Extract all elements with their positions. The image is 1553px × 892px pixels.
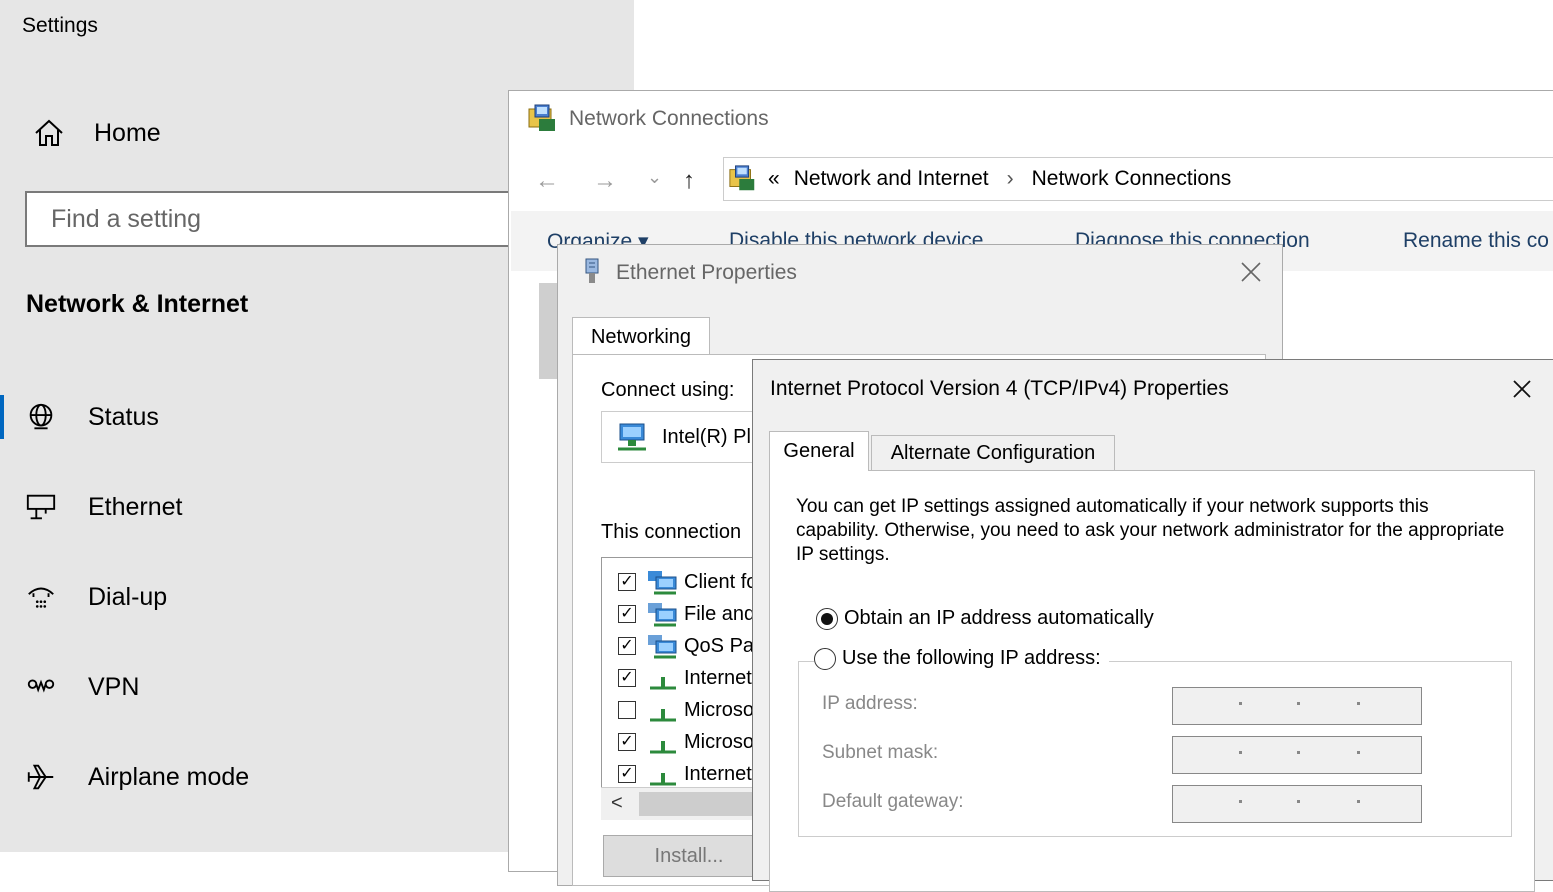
vpn-icon xyxy=(24,670,58,704)
general-tab-panel: You can get IP settings assigned automat… xyxy=(769,470,1535,892)
protocol-icon xyxy=(650,741,676,754)
breadcrumb-network-connections[interactable]: Network Connections xyxy=(1032,167,1232,191)
close-icon[interactable] xyxy=(1236,257,1266,287)
description-text: You can get IP settings assigned automat… xyxy=(796,496,1505,565)
home-label: Home xyxy=(94,118,161,147)
recent-locations-button[interactable]: ⌄ xyxy=(647,167,662,188)
back-button[interactable]: ← xyxy=(535,167,559,195)
radio-unselected-icon[interactable] xyxy=(814,647,836,670)
settings-title: Settings xyxy=(22,14,98,37)
ip-address-label: IP address: xyxy=(822,693,918,714)
checkbox[interactable]: ✓ xyxy=(618,669,636,687)
checkbox[interactable] xyxy=(618,701,636,719)
component-label: Microso xyxy=(684,730,755,753)
client-icon xyxy=(648,571,677,595)
ethernet-icon xyxy=(24,490,58,524)
tab-alternate-configuration[interactable]: Alternate Configuration xyxy=(871,435,1115,471)
dialog-title: Ethernet Properties xyxy=(616,261,797,284)
network-adapter-icon xyxy=(618,423,646,451)
checkbox[interactable]: ✓ xyxy=(618,765,636,783)
breadcrumb-network-and-internet[interactable]: Network and Internet xyxy=(794,167,989,191)
sidebar-item-status[interactable]: Status xyxy=(0,395,159,439)
ipv4-properties-dialog: Internet Protocol Version 4 (TCP/IPv4) P… xyxy=(752,359,1553,892)
default-gateway-field[interactable] xyxy=(1172,785,1422,823)
sidebar-item-vpn[interactable]: VPN xyxy=(0,665,139,709)
protocol-icon xyxy=(650,709,676,722)
radio-selected-icon[interactable] xyxy=(816,607,838,630)
protocol-icon xyxy=(650,773,676,786)
install-button[interactable]: Install... xyxy=(603,835,775,877)
component-label: QoS Pa xyxy=(684,634,755,657)
close-icon[interactable] xyxy=(1507,374,1537,404)
subnet-mask-field[interactable] xyxy=(1172,736,1422,774)
sidebar-item-airplane[interactable]: Airplane mode xyxy=(0,755,249,799)
forward-button[interactable]: → xyxy=(593,167,617,195)
sidebar-item-label: VPN xyxy=(88,672,140,701)
scroll-left-button[interactable]: < xyxy=(611,792,623,815)
home-nav-item[interactable]: Home xyxy=(28,114,161,152)
qos-icon xyxy=(648,635,677,659)
adapter-name: Intel(R) Pl xyxy=(662,425,751,448)
breadcrumb-separator: › xyxy=(1006,167,1014,190)
component-label: Internet xyxy=(684,762,752,785)
dialup-icon xyxy=(24,580,58,614)
default-gateway-label: Default gateway: xyxy=(822,791,964,812)
checkbox[interactable]: ✓ xyxy=(618,573,636,591)
component-label: Microso xyxy=(684,698,755,721)
this-connection-label: This connection xyxy=(601,521,742,543)
sidebar-item-ethernet[interactable]: Ethernet xyxy=(0,485,183,529)
rename-connection-button[interactable]: Rename this co xyxy=(1403,229,1549,253)
use-following-ip-radio[interactable]: Use the following IP address: xyxy=(814,647,1109,670)
globe-icon xyxy=(24,400,58,434)
network-connections-icon xyxy=(528,104,555,131)
subnet-mask-label: Subnet mask: xyxy=(822,742,939,763)
component-label: Client fo xyxy=(684,570,758,593)
dialog-title: Internet Protocol Version 4 (TCP/IPv4) P… xyxy=(770,377,1229,400)
section-heading: Network & Internet xyxy=(26,290,249,318)
obtain-ip-automatically-radio[interactable]: Obtain an IP address automatically xyxy=(816,607,1154,630)
component-label: File and xyxy=(684,602,756,625)
radio-label: Use the following IP address: xyxy=(842,647,1101,669)
airplane-icon xyxy=(24,760,58,794)
protocol-icon xyxy=(650,677,676,690)
tab-networking[interactable]: Networking xyxy=(572,317,710,356)
ethernet-adapter-icon xyxy=(585,258,599,283)
sidebar-item-label: Ethernet xyxy=(88,492,183,521)
sidebar-item-label: Dial-up xyxy=(88,582,168,611)
component-label: Internet xyxy=(684,666,752,689)
ip-address-field[interactable] xyxy=(1172,687,1422,725)
home-icon xyxy=(35,119,63,146)
window-title: Network Connections xyxy=(569,107,769,130)
sidebar-item-label: Status xyxy=(88,402,159,431)
connect-using-label: Connect using: xyxy=(601,379,735,401)
connection-item[interactable] xyxy=(539,283,559,379)
tab-general[interactable]: General xyxy=(769,431,869,471)
radio-label: Obtain an IP address automatically xyxy=(844,607,1154,629)
network-folder-icon xyxy=(729,165,755,191)
address-bar[interactable]: « Network and Internet › Network Connect… xyxy=(723,157,1553,201)
sidebar-item-dialup[interactable]: Dial-up xyxy=(0,575,167,619)
sidebar-item-label: Airplane mode xyxy=(88,762,250,791)
up-button[interactable]: ↑ xyxy=(683,167,695,195)
checkbox[interactable]: ✓ xyxy=(618,605,636,623)
file-sharing-icon xyxy=(648,603,677,627)
checkbox[interactable]: ✓ xyxy=(618,733,636,751)
breadcrumb-overflow[interactable]: « xyxy=(768,167,780,191)
checkbox[interactable]: ✓ xyxy=(618,637,636,655)
